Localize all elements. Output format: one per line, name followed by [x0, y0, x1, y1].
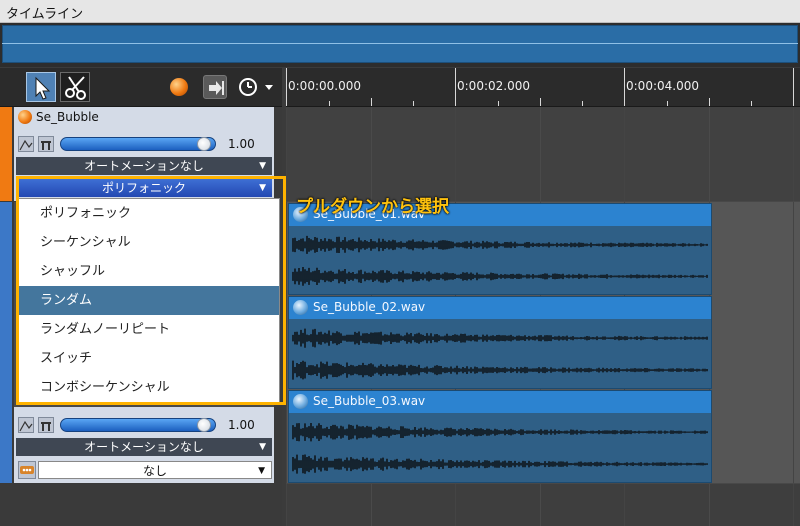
- wave-file-icon: [293, 394, 308, 409]
- track-header: 1.00 オートメーションなし ▼ なし ▼: [14, 407, 274, 483]
- ruler-tick: [624, 68, 625, 106]
- track-toolbar: [0, 68, 282, 107]
- step-arrow-icon: [209, 81, 224, 95]
- ruler-tick: [286, 68, 287, 106]
- volume-slider[interactable]: [60, 137, 216, 151]
- wave-file-icon: [293, 300, 308, 315]
- clip-se-bubble-02[interactable]: Se_Bubble_02.wav: [288, 296, 712, 389]
- ruler-tick: [751, 101, 752, 106]
- highlight-frame: [16, 176, 286, 405]
- annotation-label: プルダウンから選択: [296, 197, 449, 217]
- ruler-tick: [371, 98, 372, 106]
- waveform: [292, 328, 708, 380]
- selector-icon: [20, 466, 34, 474]
- clock-icon: [239, 78, 273, 96]
- envelope-icon: [19, 139, 33, 151]
- envelope-icon: [19, 420, 33, 432]
- timeline-overview[interactable]: [0, 23, 800, 67]
- chevron-down-icon: ▼: [258, 466, 265, 476]
- track-name: Se_Bubble: [36, 110, 99, 124]
- automation-value: オートメーションなし: [84, 159, 204, 173]
- volume-slider[interactable]: [60, 418, 216, 432]
- clip-header[interactable]: Se_Bubble_03.wav: [289, 391, 711, 413]
- track-lane: [286, 107, 800, 201]
- mute-button[interactable]: [38, 136, 54, 152]
- ruler-tick: [329, 101, 330, 106]
- timeline-canvas[interactable]: Se_Bubble_01.wav Se_Bubble_02.wav Se_Bub…: [286, 107, 800, 526]
- ruler-tick: [709, 98, 710, 106]
- empty-lane: [286, 483, 800, 526]
- overview-band: [2, 25, 798, 63]
- mixer-icon: [41, 422, 51, 431]
- envelope-button[interactable]: [18, 417, 34, 433]
- scissors-icon: [65, 76, 86, 100]
- ruler-tick: [498, 101, 499, 106]
- window-titlebar: タイムライン: [0, 0, 800, 23]
- envelope-button[interactable]: [18, 136, 34, 152]
- track-type-icon: [18, 110, 32, 124]
- track-se-bubble-2[interactable]: 1.00 オートメーションなし ▼ なし ▼: [0, 407, 282, 483]
- clip-name: Se_Bubble_03.wav: [313, 394, 426, 408]
- cut-tool-button[interactable]: [60, 72, 90, 102]
- ruler-label: 0:00:02.000: [457, 79, 530, 93]
- window-title: タイムライン: [6, 7, 84, 22]
- record-orb-icon[interactable]: [170, 78, 188, 96]
- ruler-label: 0:00:04.000: [626, 79, 699, 93]
- ruler-tick: [455, 68, 456, 106]
- selector-button[interactable]: [18, 461, 36, 479]
- ruler-tick: [667, 101, 668, 106]
- waveform: [292, 235, 708, 286]
- mixer-icon: [41, 141, 51, 150]
- selector-value: なし: [142, 464, 167, 478]
- clip-name: Se_Bubble_02.wav: [313, 300, 426, 314]
- automation-dropdown[interactable]: オートメーションなし ▼: [16, 438, 272, 456]
- track-color-bar: [0, 107, 12, 201]
- ruler-tick: [793, 68, 794, 106]
- ruler-tick: [413, 101, 414, 106]
- chevron-down-icon: ▼: [259, 161, 266, 171]
- overview-line: [2, 43, 798, 44]
- ruler-tick: [582, 101, 583, 106]
- chevron-down-icon: [265, 85, 273, 90]
- cursor-arrow-icon: [35, 76, 51, 100]
- grid-line: [793, 107, 794, 526]
- automation-dropdown[interactable]: オートメーションなし ▼: [16, 157, 272, 175]
- track-color-bar: [0, 407, 12, 483]
- volume-value: 1.00: [228, 137, 255, 151]
- volume-value: 1.00: [228, 418, 255, 432]
- ruler-tick: [540, 98, 541, 106]
- ruler-label: 0:00:00.000: [288, 79, 361, 93]
- clock-menu-button[interactable]: [238, 76, 280, 98]
- selector-dropdown[interactable]: なし ▼: [38, 461, 272, 479]
- clip-header[interactable]: Se_Bubble_02.wav: [289, 297, 711, 319]
- clip-se-bubble-03[interactable]: Se_Bubble_03.wav: [288, 390, 712, 483]
- grid-line: [286, 107, 287, 526]
- step-forward-button[interactable]: [203, 75, 227, 99]
- waveform: [292, 423, 708, 474]
- mute-button[interactable]: [38, 417, 54, 433]
- automation-value: オートメーションなし: [84, 440, 204, 454]
- chevron-down-icon: ▼: [259, 442, 266, 452]
- volume-knob[interactable]: [197, 418, 211, 432]
- time-ruler[interactable]: 0:00:00.000 0:00:02.000 0:00:04.000: [286, 68, 800, 107]
- volume-knob[interactable]: [197, 137, 211, 151]
- select-tool-button[interactable]: [26, 72, 56, 102]
